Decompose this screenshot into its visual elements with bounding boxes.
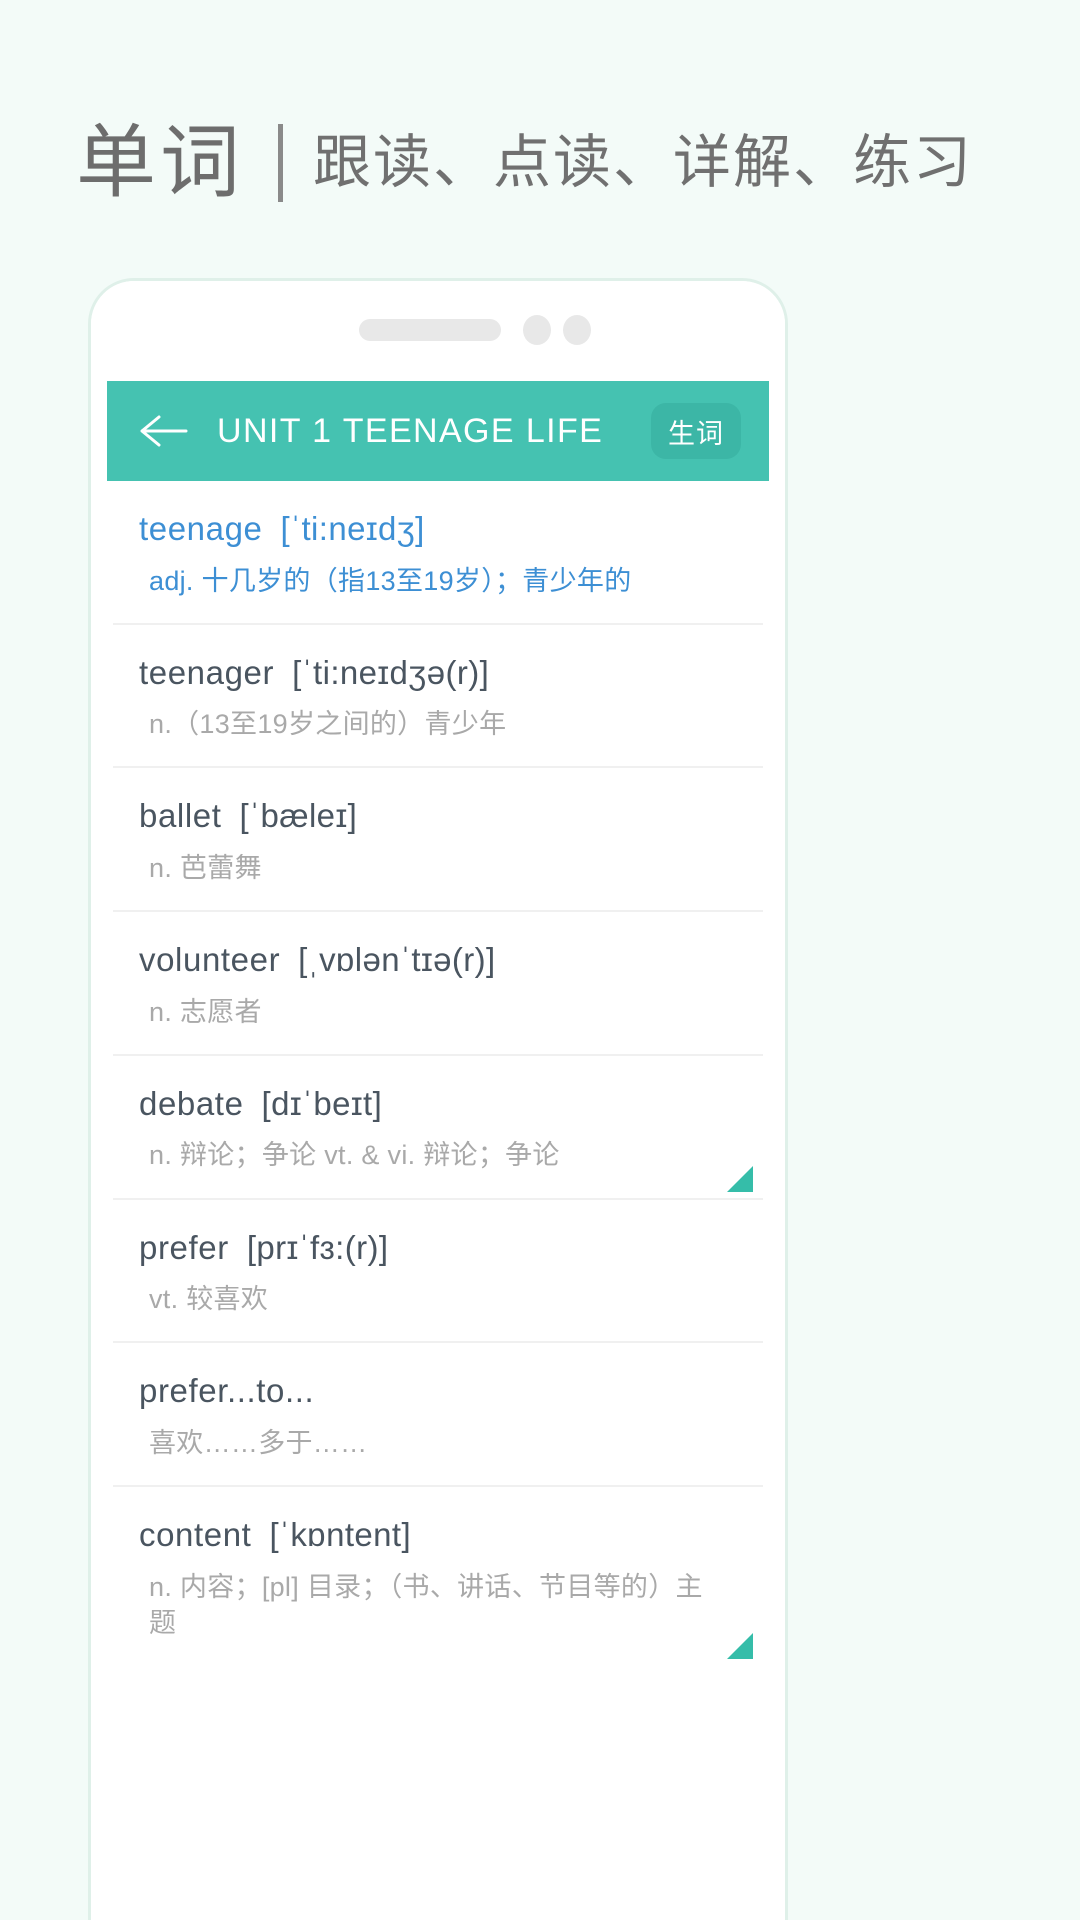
word-phonetic: [ˈti:neɪdʒə(r)] <box>292 653 490 691</box>
headline-main-text: 单词 <box>76 118 244 207</box>
phone-top-bezel <box>91 281 785 373</box>
word-list-item[interactable]: volunteer [ˌvɒlənˈtɪə(r)] n. 志愿者 <box>113 912 763 1056</box>
word-list-item[interactable]: prefer...to... 喜欢……多于…… <box>113 1343 763 1488</box>
word-term: teenager <box>139 653 275 691</box>
word-definition: n. 志愿者 <box>149 996 262 1027</box>
word-definition: n.（13至19岁之间的）青少年 <box>149 709 507 740</box>
word-headword-line: volunteer [ˌvɒlənˈtɪə(r)] <box>139 938 723 982</box>
app-bar-title: UNIT 1 TEENAGE LIFE <box>217 411 604 450</box>
word-term: content <box>139 1516 252 1554</box>
word-definition: n. 芭蕾舞 <box>149 852 262 883</box>
word-term: volunteer <box>139 941 281 979</box>
camera-dot-icon <box>523 315 551 345</box>
word-headword-line: prefer...to... <box>139 1369 723 1413</box>
word-headword-line: teenage [ˈti:neɪdʒ] <box>139 507 723 551</box>
word-definition: 喜欢……多于…… <box>149 1427 368 1458</box>
word-phonetic: [ˈbæleɪ] <box>239 797 358 835</box>
app-bar: UNIT 1 TEENAGE LIFE 生词 <box>107 381 769 481</box>
word-definition: n. 辩论；争论 vt. & vi. 辩论；争论 <box>149 1140 560 1171</box>
word-headword-line: ballet [ˈbæleɪ] <box>139 794 723 838</box>
word-term: prefer <box>139 1228 229 1266</box>
word-list-item[interactable]: teenage [ˈti:neɪdʒ] adj. 十几岁的（指13至19岁）；青少年… <box>113 481 763 625</box>
speaker-grill <box>359 319 501 341</box>
word-headword-line: prefer [prɪˈfɜ:(r)] <box>139 1226 723 1270</box>
word-list-item[interactable]: ballet [ˈbæleɪ] n. 芭蕾舞 <box>113 768 763 913</box>
headline-sub-text: 跟读、点读、详解、练习 <box>313 130 974 195</box>
back-arrow-icon[interactable] <box>137 404 191 458</box>
word-term: debate <box>139 1084 244 1122</box>
word-phonetic: [ˌvɒlənˈtɪə(r)] <box>298 941 496 979</box>
word-headword-line: teenager [ˈti:neɪdʒə(r)] <box>139 651 723 695</box>
word-list-item[interactable]: debate [dɪˈbeɪt] n. 辩论；争论 vt. & vi. 辩论；争论 <box>113 1056 763 1200</box>
headline-divider <box>278 124 283 202</box>
word-phonetic: [dɪˈbeɪt] <box>261 1084 383 1122</box>
word-definition: adj. 十几岁的（指13至19岁）；青少年的 <box>149 565 632 596</box>
word-term: ballet <box>139 797 222 835</box>
word-headword-line: content [ˈkɒntent] <box>139 1513 723 1557</box>
page-headline: 单词 跟读、点读、详解、练习 <box>76 108 973 218</box>
word-list-item[interactable]: prefer [prɪˈfɜ:(r)] vt. 较喜欢 <box>113 1200 763 1344</box>
word-definition: n. 内容；[pl] 目录；（书、讲话、节目等的）主题 <box>149 1571 703 1638</box>
new-word-badge[interactable]: 生词 <box>651 403 741 459</box>
word-list-item[interactable]: teenager [ˈti:neɪdʒə(r)] n.（13至19岁之间的）青少年 <box>113 625 763 769</box>
corner-triangle-icon <box>727 1165 753 1192</box>
word-phonetic: [prɪˈfɜ:(r)] <box>246 1228 389 1266</box>
word-headword-line: debate [dɪˈbeɪt] <box>139 1082 723 1126</box>
word-term: teenage <box>139 510 263 547</box>
word-list-item[interactable]: content [ˈkɒntent] n. 内容；[pl] 目录；（书、讲话、节目等… <box>113 1487 763 1665</box>
word-phonetic: [ˈkɒntent] <box>269 1516 412 1554</box>
word-term: prefer...to... <box>139 1372 315 1410</box>
word-definition: vt. 较喜欢 <box>149 1284 269 1315</box>
corner-triangle-icon <box>727 1632 753 1659</box>
page-root: 单词 跟读、点读、详解、练习 UNIT 1 TEENAGE LIFE 生词 te… <box>0 0 1080 1920</box>
word-phonetic: [ˈti:neɪdʒ] <box>280 510 425 547</box>
word-list: teenage [ˈti:neɪdʒ] adj. 十几岁的（指13至19岁）；青少年… <box>91 481 785 1665</box>
phone-mockup: UNIT 1 TEENAGE LIFE 生词 teenage [ˈti:neɪdʒ… <box>88 278 788 1920</box>
sensor-dot-icon <box>563 315 591 345</box>
